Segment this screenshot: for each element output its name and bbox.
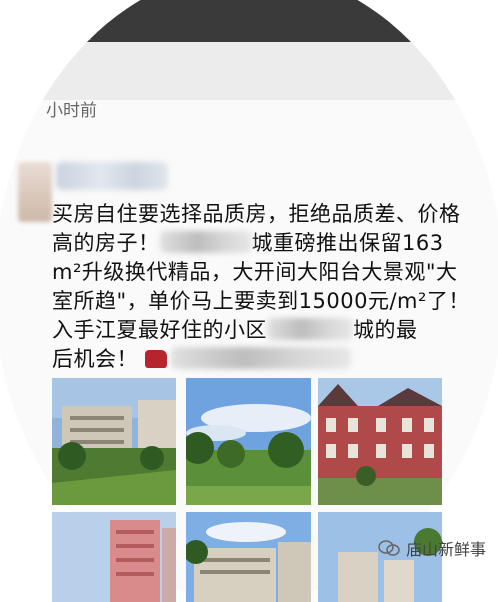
top-bar: 圈 [0,0,498,44]
page-title: 圈 [66,14,93,44]
photo-thumbnail-4[interactable] [52,512,176,602]
photo-thumbnail-1[interactable] [52,378,176,505]
photo-thumbnail-3[interactable] [318,378,442,505]
post-text-line-5a: 入手江夏最好住的小区 [52,318,267,342]
post-text: 买房自住要选择品质房，拒绝品质差、价格 高的房子！ 城重磅推出保留163 m²升级… [52,200,480,374]
post-text-line-1: 买房自住要选择品质房，拒绝品质差、价格 [52,202,461,226]
avatar[interactable] [18,162,52,222]
post-text-line-6: 后机会！ [52,345,480,374]
post-text-line-6a: 后机会！ [52,347,138,371]
post-text-line-2b: 城重磅推出保留163 [251,231,444,255]
time-bar [0,42,498,100]
post-time: 小时前 [46,101,97,121]
photo-thumbnail-2[interactable] [186,378,311,505]
post-text-line-3: m²升级换代精品，大开间大阳台大景观"大 [52,260,458,284]
username-blurred[interactable] [56,162,168,190]
post-text-line-5: 入手江夏最好住的小区 城的最 [52,316,480,345]
watermark-text: 庙山新鲜事 [405,540,486,559]
post-text-line-2a: 高的房子！ [52,231,160,255]
watermark: 庙山新鲜事 [378,536,486,560]
post-text-line-2: 高的房子！ 城重磅推出保留163 [52,229,480,258]
red-emoji-icon [145,350,168,368]
post-text-line-5b: 城的最 [353,318,418,342]
redacted-text [171,347,352,369]
redacted-text [267,318,353,340]
photo-thumbnail-5[interactable] [186,512,311,602]
redacted-text [159,231,252,253]
watermark-logo-icon [378,540,400,556]
post-text-line-4: 室所趋"，单价马上要卖到15000元/m²了！ [52,289,470,313]
